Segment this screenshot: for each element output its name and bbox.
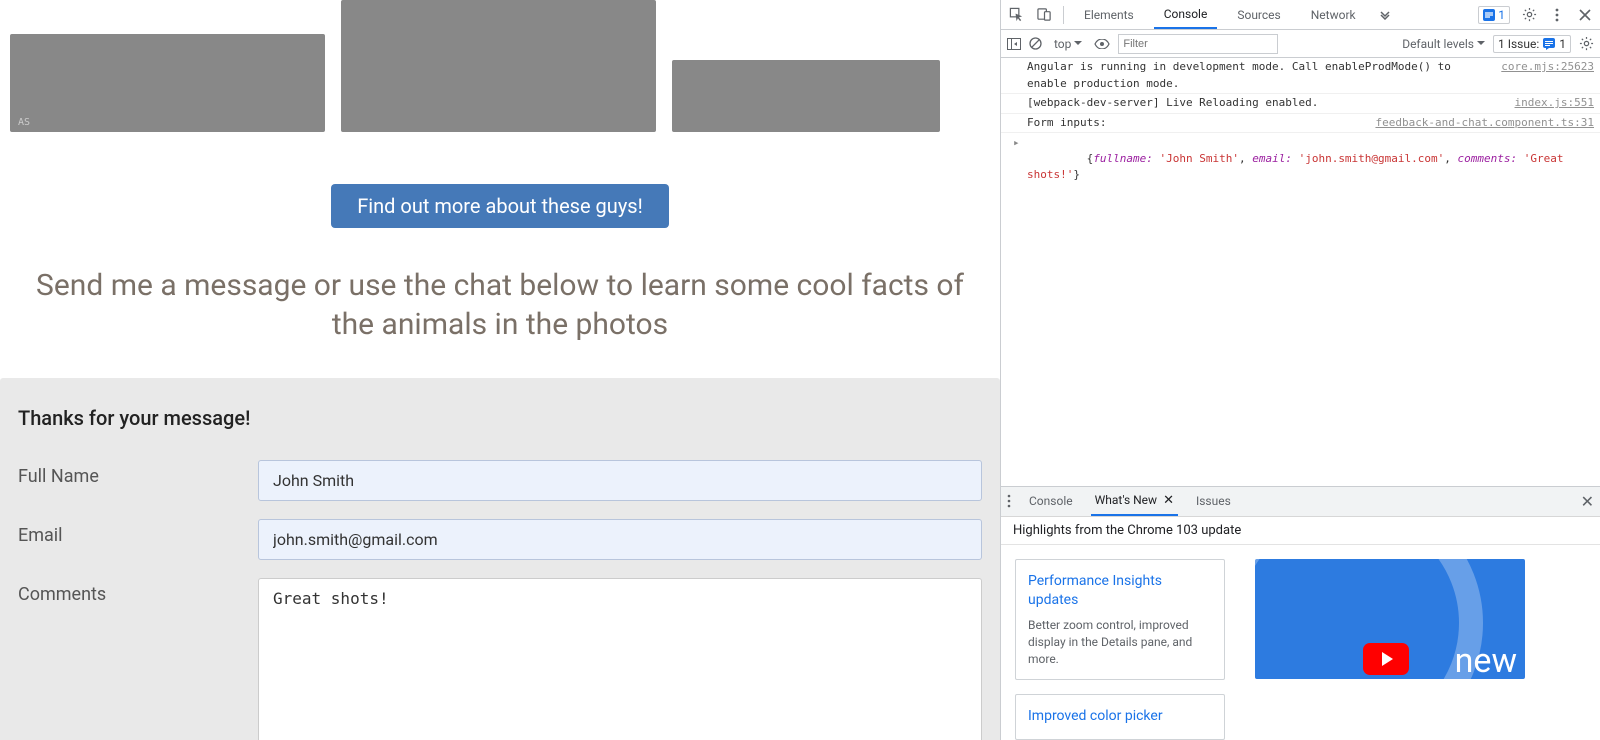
- issue-count: 1: [1559, 37, 1566, 51]
- log-source-link[interactable]: core.mjs:25623: [1493, 59, 1594, 92]
- eye-icon[interactable]: [1094, 39, 1110, 49]
- devtools-panel: Elements Console Sources Network 1 to: [1000, 0, 1600, 740]
- whats-new-card[interactable]: Improved color picker: [1015, 694, 1225, 740]
- console-sidebar-toggle-icon[interactable]: [1007, 38, 1021, 50]
- email-label: Email: [18, 519, 258, 546]
- web-page: Find out more about these guys! Send me …: [0, 0, 1000, 740]
- close-devtools-icon[interactable]: [1576, 6, 1594, 24]
- card-desc: Better zoom control, improved display in…: [1028, 617, 1212, 667]
- fullname-label: Full Name: [18, 460, 258, 487]
- tab-network[interactable]: Network: [1301, 0, 1366, 29]
- whats-new-video[interactable]: new: [1255, 559, 1525, 679]
- card-column: Performance Insights updates Better zoom…: [1015, 559, 1225, 740]
- video-overlay-text: new: [1455, 641, 1517, 679]
- devtools-drawer: Console What's New ✕ Issues ✕ Highlights…: [1001, 486, 1600, 740]
- chat-icon: [1543, 38, 1555, 50]
- issues-badge[interactable]: 1 Issue: 1: [1493, 35, 1571, 53]
- email-input[interactable]: [258, 519, 982, 560]
- log-row: [webpack-dev-server] Live Reloading enab…: [1001, 94, 1600, 114]
- drawer-body: Performance Insights updates Better zoom…: [1001, 545, 1600, 740]
- close-tab-icon[interactable]: ✕: [1163, 493, 1174, 508]
- more-tabs-icon[interactable]: [1376, 6, 1394, 24]
- card-title: Performance Insights updates: [1028, 572, 1212, 611]
- thanks-message: Thanks for your message!: [18, 406, 982, 430]
- chevron-down-icon: [1074, 41, 1082, 46]
- drawer-close-icon[interactable]: ✕: [1581, 492, 1594, 511]
- issue-label: 1 Issue:: [1498, 37, 1539, 51]
- play-button-icon[interactable]: [1363, 643, 1409, 675]
- log-message: Angular is running in development mode. …: [1027, 59, 1493, 92]
- find-out-more-button[interactable]: Find out more about these guys!: [331, 184, 669, 228]
- drawer-tab-issues[interactable]: Issues: [1192, 487, 1235, 516]
- gallery-image-3: [672, 60, 940, 132]
- console-log-area: Angular is running in development mode. …: [1001, 58, 1600, 200]
- fullname-input[interactable]: [258, 460, 982, 501]
- console-settings-gear-icon[interactable]: [1579, 36, 1594, 51]
- errors-badge[interactable]: 1: [1478, 6, 1510, 24]
- log-row: Angular is running in development mode. …: [1001, 58, 1600, 94]
- inspect-icon[interactable]: [1007, 6, 1025, 24]
- chevron-down-icon: [1477, 41, 1485, 46]
- comments-label: Comments: [18, 578, 258, 605]
- device-toggle-icon[interactable]: [1035, 6, 1053, 24]
- card-title: Improved color picker: [1028, 707, 1212, 727]
- tab-console[interactable]: Console: [1154, 0, 1218, 29]
- email-field: Email: [18, 519, 982, 560]
- gallery-image-1: [10, 34, 325, 132]
- console-toolbar: top Default levels 1 Issue: 1: [1001, 30, 1600, 58]
- image-gallery: [0, 0, 1000, 132]
- section-heading: Send me a message or use the chat below …: [18, 266, 982, 344]
- comments-textarea[interactable]: [258, 578, 982, 740]
- log-message: [webpack-dev-server] Live Reloading enab…: [1027, 95, 1507, 112]
- whats-new-card[interactable]: Performance Insights updates Better zoom…: [1015, 559, 1225, 681]
- console-blank-area: [1001, 200, 1600, 486]
- log-source-link[interactable]: feedback-and-chat.component.ts:31: [1367, 115, 1594, 132]
- kebab-menu-icon[interactable]: [1548, 6, 1566, 24]
- drawer-tab-whats-new[interactable]: What's New ✕: [1091, 487, 1178, 516]
- context-label: top: [1054, 37, 1071, 51]
- drawer-tabs: Console What's New ✕ Issues ✕: [1001, 487, 1600, 517]
- comments-field: Comments: [18, 578, 982, 740]
- context-selector[interactable]: top: [1050, 37, 1086, 51]
- tab-sources[interactable]: Sources: [1227, 0, 1290, 29]
- caret-right-icon[interactable]: ▸: [1013, 135, 1020, 152]
- fullname-field: Full Name: [18, 460, 982, 501]
- log-source-link[interactable]: index.js:551: [1507, 95, 1594, 112]
- drawer-tab-label: What's New: [1095, 493, 1157, 507]
- drawer-kebab-icon[interactable]: [1007, 494, 1011, 508]
- log-object: {fullname: 'John Smith', email: 'john.sm…: [1027, 134, 1594, 200]
- tab-elements[interactable]: Elements: [1074, 0, 1144, 29]
- clear-console-icon[interactable]: [1029, 37, 1042, 50]
- devtools-main-tabs: Elements Console Sources Network 1: [1001, 0, 1600, 30]
- drawer-tab-console[interactable]: Console: [1025, 487, 1077, 516]
- log-row: Form inputs: feedback-and-chat.component…: [1001, 114, 1600, 134]
- divider: [1063, 6, 1064, 24]
- console-filter-input[interactable]: [1118, 34, 1278, 54]
- log-levels-label: Default levels: [1402, 37, 1474, 51]
- log-levels-selector[interactable]: Default levels: [1402, 37, 1485, 51]
- errors-count: 1: [1498, 8, 1505, 22]
- settings-gear-icon[interactable]: [1520, 6, 1538, 24]
- log-object-row[interactable]: ▸ {fullname: 'John Smith', email: 'john.…: [1001, 133, 1600, 200]
- feedback-form-panel: Thanks for your message! Full Name Email…: [0, 378, 1000, 740]
- gallery-image-2: [341, 0, 656, 132]
- log-message: Form inputs:: [1027, 115, 1367, 132]
- drawer-headline: Highlights from the Chrome 103 update: [1001, 517, 1600, 545]
